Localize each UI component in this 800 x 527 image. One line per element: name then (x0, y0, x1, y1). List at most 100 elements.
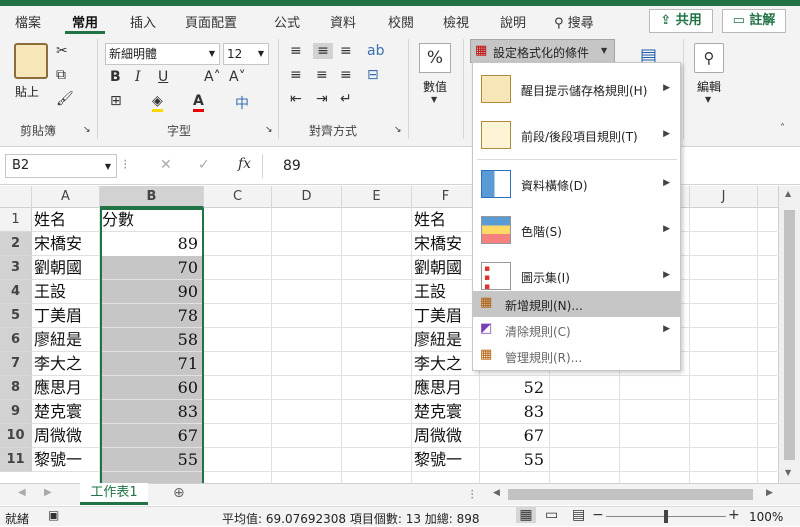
tab-file[interactable]: 檔案 (15, 12, 41, 31)
cell-f11[interactable]: 黎號一 (414, 448, 478, 472)
normal-view-icon[interactable]: ▦ (516, 507, 536, 523)
font-size-select[interactable]: 12 ▼ (223, 43, 269, 65)
row-header[interactable]: 8 (0, 376, 32, 400)
dialog-launcher-icon[interactable]: ↘ (265, 125, 273, 135)
column-header-d[interactable]: D (272, 186, 342, 208)
scroll-down-icon[interactable]: ▼ (785, 468, 791, 477)
tab-formulas[interactable]: 公式 (274, 12, 300, 31)
align-left-icon[interactable]: ≡ (290, 67, 302, 83)
enter-icon[interactable]: ✓ (198, 157, 210, 173)
format-painter-icon[interactable]: 🖌 (56, 91, 74, 107)
search-icon[interactable]: ⚲ (694, 43, 724, 73)
row-header[interactable]: 9 (0, 400, 32, 424)
font-color-icon[interactable]: A (193, 93, 204, 112)
column-header-j[interactable]: J (690, 186, 758, 208)
tab-help[interactable]: 說明 (500, 12, 526, 31)
increase-indent-icon[interactable]: ⇥ (316, 91, 328, 107)
cell-f1[interactable]: 姓名 (414, 208, 478, 232)
vertical-scrollbar[interactable]: ▲ ▼ (778, 186, 800, 483)
decrease-indent-icon[interactable]: ⇤ (290, 91, 302, 107)
font-name-select[interactable]: 新細明體 ▼ (105, 43, 220, 65)
row-header[interactable]: 5 (0, 304, 32, 328)
row-header[interactable]: 1 (0, 208, 32, 232)
cell-a10[interactable]: 周微微 (34, 424, 98, 448)
horizontal-scrollbar-thumb[interactable] (508, 489, 753, 500)
copy-icon[interactable]: ⧉ (56, 67, 66, 83)
cell-f6[interactable]: 廖紐是 (414, 328, 478, 352)
cell-a8[interactable]: 應思月 (34, 376, 98, 400)
wrap-text-icon[interactable]: ↵ (340, 91, 352, 107)
cell-f3[interactable]: 劉朝國 (414, 256, 478, 280)
align-center-icon[interactable]: ≡ (316, 67, 328, 83)
cell-f4[interactable]: 王設 (414, 280, 478, 304)
row-header[interactable]: 10 (0, 424, 32, 448)
cell-a7[interactable]: 李大之 (34, 352, 98, 376)
align-middle-icon[interactable]: ≡ (313, 43, 333, 59)
zoom-slider-thumb[interactable] (664, 510, 668, 523)
sheet-tab-1[interactable]: 工作表1 (80, 483, 148, 505)
menu-item-manage-rules[interactable]: ▦ 管理規則(R)... (473, 343, 680, 369)
percent-icon[interactable]: % (419, 43, 451, 73)
cut-icon[interactable]: ✂ (56, 43, 68, 59)
prev-sheet-icon[interactable]: ◀ (18, 487, 26, 498)
font-shrink-icon[interactable]: A˅ (229, 69, 246, 85)
column-header-b[interactable]: B (100, 186, 204, 208)
row-header[interactable]: 11 (0, 448, 32, 472)
cell-g11[interactable]: 55 (482, 448, 548, 472)
cell-a5[interactable]: 丁美眉 (34, 304, 98, 328)
align-bottom-icon[interactable]: ≡ (340, 43, 352, 59)
name-box[interactable]: B2 ▼ (5, 154, 117, 178)
tab-review[interactable]: 校閱 (388, 12, 414, 31)
editing-button[interactable]: 編輯 (697, 78, 721, 95)
accessibility-icon[interactable]: ▣ (48, 508, 59, 522)
menu-item-color-scales[interactable]: 色階(S) ▶ (473, 208, 680, 252)
cell-f10[interactable]: 周微微 (414, 424, 478, 448)
merge-center-icon[interactable]: ⊟ (367, 67, 379, 83)
conditional-formatting-button[interactable]: ▦ 設定格式化的條件 ▼ (470, 39, 615, 63)
font-grow-icon[interactable]: A˄ (204, 69, 221, 85)
italic-icon[interactable]: I (135, 69, 141, 85)
column-header-e[interactable]: E (342, 186, 412, 208)
cell-g8[interactable]: 52 (482, 376, 548, 400)
cell-a6[interactable]: 廖紐是 (34, 328, 98, 352)
cell-f2[interactable]: 宋橋安 (414, 232, 478, 256)
zoom-level[interactable]: 100% (749, 510, 783, 524)
paste-icon[interactable] (14, 43, 48, 79)
align-right-icon[interactable]: ≡ (340, 67, 352, 83)
collapse-ribbon-icon[interactable]: ˄ (780, 123, 785, 134)
row-header[interactable]: 3 (0, 256, 32, 280)
tab-page-layout[interactable]: 頁面配置 (185, 12, 237, 31)
cell-g10[interactable]: 67 (482, 424, 548, 448)
cell-a11[interactable]: 黎號一 (34, 448, 98, 472)
fill-color-icon[interactable]: ◈ (152, 93, 163, 112)
paste-button[interactable]: 貼上 (15, 83, 39, 100)
formula-input[interactable]: 89 (283, 158, 301, 174)
tab-data[interactable]: 資料 (330, 12, 356, 31)
dialog-launcher-icon[interactable]: ↘ (83, 125, 91, 135)
zoom-in-icon[interactable]: + (728, 507, 740, 523)
dialog-launcher-icon[interactable]: ↘ (394, 125, 402, 135)
cell-f5[interactable]: 丁美眉 (414, 304, 478, 328)
cell-a1[interactable]: 姓名 (34, 208, 98, 232)
next-sheet-icon[interactable]: ▶ (44, 487, 52, 498)
column-header-f[interactable]: F (412, 186, 480, 208)
menu-item-new-rule[interactable]: ▦ 新增規則(N)... (473, 291, 680, 317)
scroll-right-icon[interactable]: ▶ (766, 488, 773, 498)
underline-icon[interactable]: U (158, 69, 168, 85)
row-header[interactable]: 4 (0, 280, 32, 304)
menu-item-top-bottom-rules[interactable]: 前段/後段項目規則(T) ▶ (473, 113, 680, 157)
cell-a2[interactable]: 宋橋安 (34, 232, 98, 256)
select-all-corner[interactable] (0, 186, 32, 208)
add-sheet-icon[interactable]: ⊕ (173, 485, 185, 501)
align-top-icon[interactable]: ≡ (290, 43, 302, 59)
cell-f8[interactable]: 應思月 (414, 376, 478, 400)
cell-f7[interactable]: 李大之 (414, 352, 478, 376)
tab-insert[interactable]: 插入 (130, 12, 156, 31)
row-header[interactable]: 2 (0, 232, 32, 256)
insert-function-icon[interactable]: fx (238, 156, 251, 172)
menu-item-data-bars[interactable]: 資料橫條(D) ▶ (473, 162, 680, 206)
column-header-c[interactable]: C (204, 186, 272, 208)
page-layout-view-icon[interactable]: ▭ (545, 507, 558, 523)
tab-home[interactable]: 常用 (72, 12, 98, 31)
scroll-up-icon[interactable]: ▲ (785, 189, 791, 198)
